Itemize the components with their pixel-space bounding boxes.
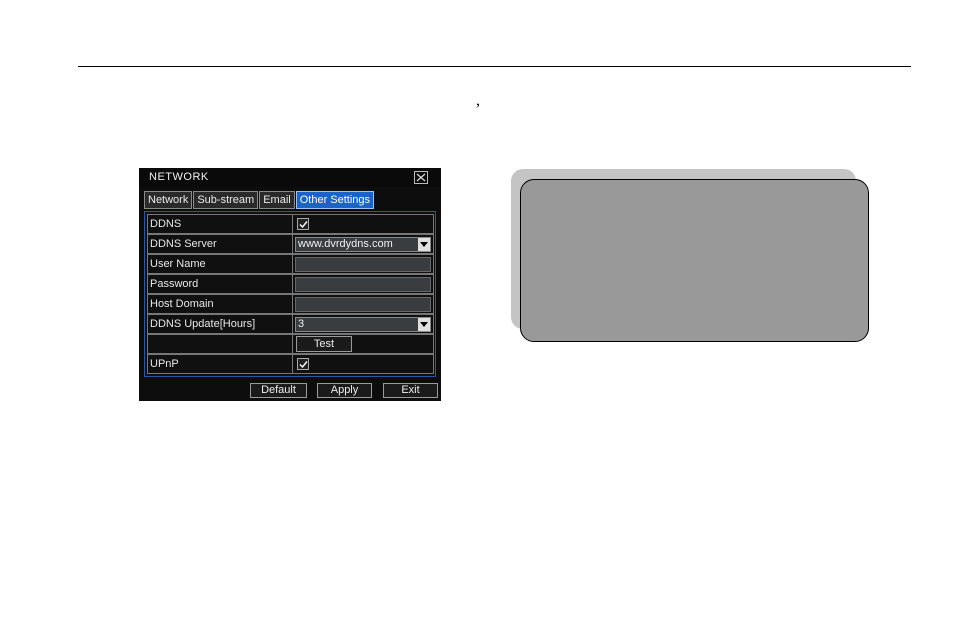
host-domain-input[interactable] bbox=[295, 297, 431, 312]
close-icon bbox=[416, 173, 426, 182]
exit-button[interactable]: Exit bbox=[383, 383, 438, 398]
dialog-titlebar: NETWORK bbox=[139, 168, 441, 187]
ddns-row: DDNS bbox=[147, 214, 434, 234]
checkmark-icon bbox=[299, 221, 308, 229]
password-label: Password bbox=[147, 274, 292, 294]
tab-network[interactable]: Network bbox=[144, 191, 193, 209]
dropdown-button[interactable] bbox=[418, 318, 430, 331]
ddns-value-cell bbox=[292, 214, 434, 234]
ddns-update-select[interactable]: 3 bbox=[295, 317, 431, 332]
default-button[interactable]: Default bbox=[250, 383, 307, 398]
upnp-label: UPnP bbox=[147, 354, 292, 374]
test-row: Test bbox=[147, 334, 434, 354]
close-button[interactable] bbox=[414, 171, 428, 184]
apply-button[interactable]: Apply bbox=[317, 383, 372, 398]
upnp-value-cell bbox=[292, 354, 434, 374]
checkmark-icon bbox=[299, 361, 308, 369]
ddns-server-value-cell: www.dvrdydns.com bbox=[292, 234, 434, 254]
network-dialog: NETWORK Network Sub-stream Email Other S… bbox=[139, 168, 441, 401]
ddns-checkbox[interactable] bbox=[297, 218, 309, 230]
host-domain-row: Host Domain bbox=[147, 294, 434, 314]
upnp-row: UPnP bbox=[147, 354, 434, 374]
ddns-update-label: DDNS Update[Hours] bbox=[147, 314, 292, 334]
user-name-label: User Name bbox=[147, 254, 292, 274]
password-row: Password bbox=[147, 274, 434, 294]
ddns-server-label: DDNS Server bbox=[147, 234, 292, 254]
header-divider bbox=[78, 66, 911, 67]
dialog-title: NETWORK bbox=[149, 171, 209, 183]
chevron-down-icon bbox=[420, 242, 428, 247]
ddns-update-value-cell: 3 bbox=[292, 314, 434, 334]
ddns-update-value: 3 bbox=[298, 318, 305, 330]
host-domain-label: Host Domain bbox=[147, 294, 292, 314]
test-value-cell: Test bbox=[292, 334, 434, 354]
ddns-label: DDNS bbox=[147, 214, 292, 234]
chevron-down-icon bbox=[420, 322, 428, 327]
tab-other-settings[interactable]: Other Settings bbox=[295, 191, 375, 209]
user-name-value-cell bbox=[292, 254, 434, 274]
test-row-label-cell bbox=[147, 334, 292, 354]
password-input[interactable] bbox=[295, 277, 431, 292]
test-button[interactable]: Test bbox=[296, 336, 352, 352]
ddns-server-value: www.dvrdydns.com bbox=[298, 238, 393, 250]
tab-bar: Network Sub-stream Email Other Settings bbox=[144, 191, 375, 209]
tab-email[interactable]: Email bbox=[259, 191, 295, 209]
stray-mark: , bbox=[476, 92, 480, 109]
note-box bbox=[520, 179, 869, 342]
settings-panel: DDNS DDNS Server www.dvrdydns.com User N… bbox=[144, 211, 436, 377]
ddns-server-row: DDNS Server www.dvrdydns.com bbox=[147, 234, 434, 254]
dropdown-button[interactable] bbox=[418, 238, 430, 251]
user-name-input[interactable] bbox=[295, 257, 431, 272]
password-value-cell bbox=[292, 274, 434, 294]
ddns-update-row: DDNS Update[Hours] 3 bbox=[147, 314, 434, 334]
host-domain-value-cell bbox=[292, 294, 434, 314]
tab-sub-stream[interactable]: Sub-stream bbox=[193, 191, 259, 209]
user-name-row: User Name bbox=[147, 254, 434, 274]
ddns-server-select[interactable]: www.dvrdydns.com bbox=[295, 237, 431, 252]
upnp-checkbox[interactable] bbox=[297, 358, 309, 370]
